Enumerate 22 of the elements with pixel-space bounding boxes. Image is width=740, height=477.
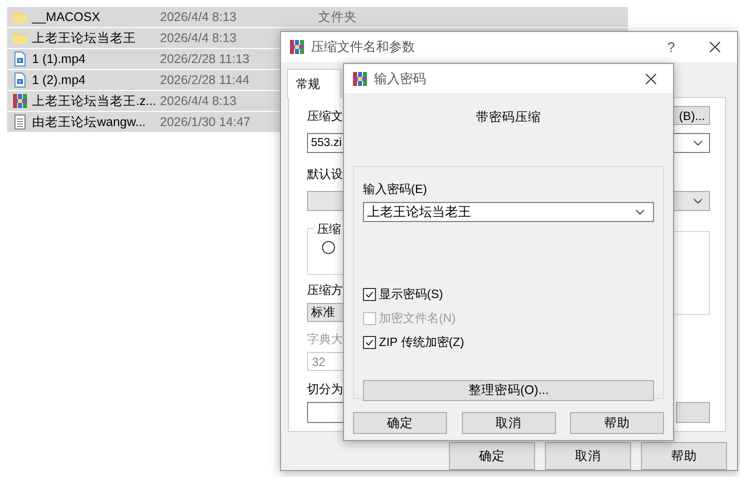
dialog-heading: 带密码压缩 <box>476 109 541 126</box>
file-name: 由老王论坛wangw... <box>32 114 147 130</box>
field-label: 输入密码(E) <box>363 181 427 198</box>
file-name: 上老王论坛当老王.z... <box>32 92 158 110</box>
file-name: 1 (2).mp4 <box>32 73 86 87</box>
file-date: 2026/2/28 11:44 <box>160 73 250 87</box>
file-name: 上老王论坛当老王 <box>32 30 137 46</box>
field-label: 默认设 <box>307 166 343 183</box>
field-label: 压缩方 <box>307 282 343 299</box>
field-label: 切分为 <box>307 381 343 398</box>
window-title: 输入密码 <box>374 70 427 88</box>
file-date: 2026/4/4 8:13 <box>160 10 236 24</box>
file-name: 1 (1).mp4 <box>32 52 86 66</box>
field-label: 字典大 <box>307 331 343 348</box>
file-date: 2026/4/4 8:13 <box>160 31 236 45</box>
file-date: 2026/2/28 11:13 <box>160 52 250 66</box>
window-title: 压缩文件名和参数 <box>311 38 416 56</box>
field-label: 压缩文 <box>307 108 343 125</box>
file-date: 2026/1/30 14:47 <box>160 115 250 129</box>
file-name: __MACOSX <box>32 10 102 24</box>
file-date: 2026/4/4 8:13 <box>160 94 236 108</box>
file-type: 文件夹 <box>318 8 357 26</box>
